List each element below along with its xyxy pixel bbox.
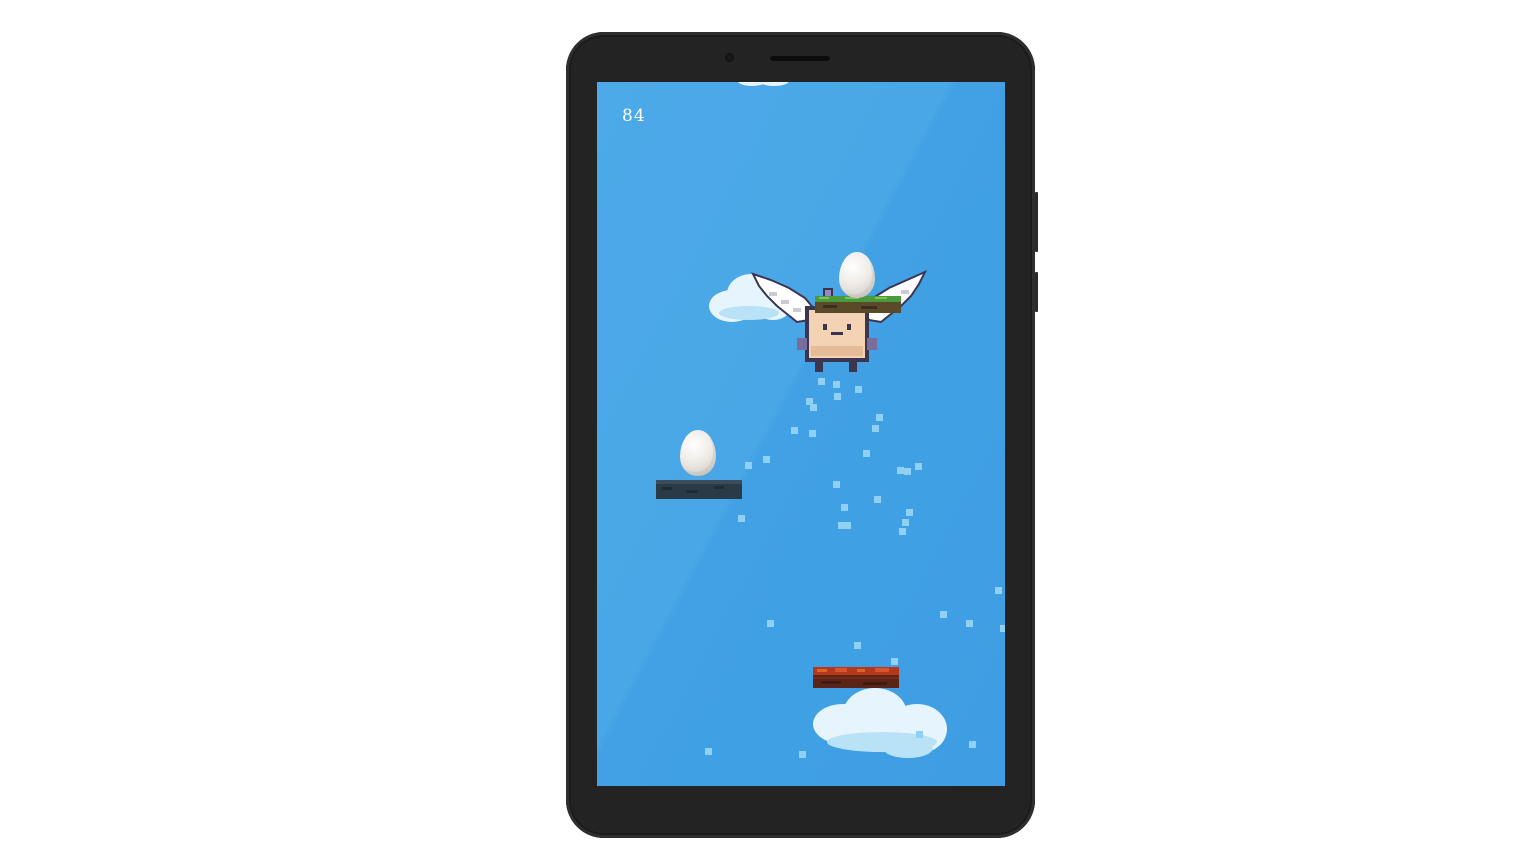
sparkle (844, 522, 851, 529)
sparkle (899, 528, 906, 535)
sparkle (872, 425, 879, 432)
sparkle (799, 751, 806, 758)
sparkle (855, 386, 862, 393)
sparkle (767, 620, 774, 627)
sparkle (745, 462, 752, 469)
sparkle (809, 430, 816, 437)
sparkle (891, 658, 898, 665)
sparkle (863, 450, 870, 457)
sparkle (897, 467, 904, 474)
sparkle (841, 504, 848, 511)
sparkle (763, 456, 770, 463)
dark-platform (656, 480, 742, 499)
sparkle (995, 587, 1002, 594)
sparkle (810, 404, 817, 411)
sparkle (833, 481, 840, 488)
sparkle (833, 381, 840, 388)
score-label: 84 (622, 106, 646, 126)
sparkle (902, 519, 909, 526)
sparkle (876, 414, 883, 421)
lava-platform (813, 667, 899, 688)
cloud-lower-icon (813, 686, 951, 764)
grass-platform (815, 296, 901, 313)
sparkle (915, 463, 922, 470)
sparkle (874, 496, 881, 503)
sparkle (916, 731, 923, 738)
speaker-grille (770, 56, 830, 61)
front-camera (725, 53, 734, 62)
egg-icon[interactable] (680, 430, 716, 476)
sparkle (834, 393, 841, 400)
sparkle (940, 611, 947, 618)
sparkle (1000, 625, 1005, 632)
sparkle (818, 378, 825, 385)
sparkle (906, 509, 913, 516)
sparkle (904, 468, 911, 475)
cloud-top-icon (737, 82, 797, 88)
game-screen[interactable]: 84 (597, 82, 1005, 786)
sparkle (966, 620, 973, 627)
volume-button (1035, 192, 1038, 252)
sparkle (705, 748, 712, 755)
egg-icon[interactable] (839, 252, 875, 298)
sparkle (738, 515, 745, 522)
power-button (1035, 272, 1038, 312)
sparkle (969, 741, 976, 748)
sparkle (854, 642, 861, 649)
sparkle (791, 427, 798, 434)
